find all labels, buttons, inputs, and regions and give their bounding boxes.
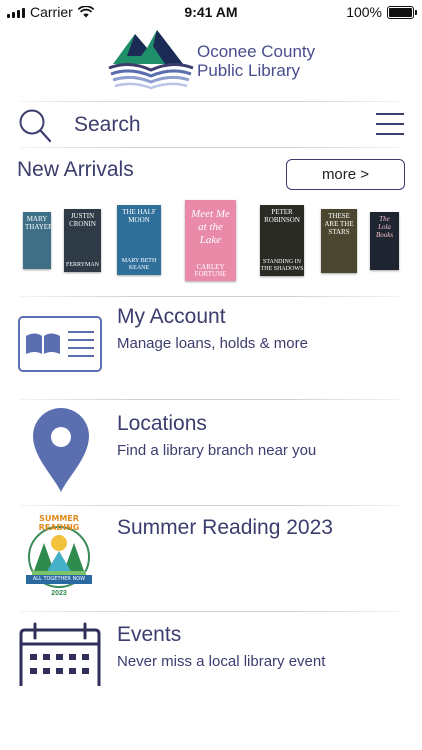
book-cover[interactable]: The Lola Books	[370, 212, 399, 270]
book-title: MARY THAYER	[25, 215, 51, 231]
locations-title: Locations	[117, 412, 207, 435]
events-title: Events	[117, 623, 182, 646]
book-author: STANDING IN THE SHADOWS	[260, 259, 304, 272]
events-subtitle: Never miss a local library event	[117, 653, 326, 670]
book-cover[interactable]: PETER ROBINSON STANDING IN THE SHADOWS	[260, 205, 304, 276]
book-title: PETER ROBINSON	[264, 208, 300, 224]
events-item[interactable]: Events Never miss a local library event	[0, 614, 422, 714]
book-cover[interactable]: Meet Me at the Lake CARLEY FORTUNE	[185, 200, 236, 281]
logo-text: Oconee County Public Library	[197, 42, 315, 80]
my-account-subtitle: Manage loans, holds & more	[117, 335, 308, 352]
more-button[interactable]: more >	[286, 159, 405, 190]
badge-top-text: SUMMER READING	[38, 514, 80, 532]
book-author: MARY BETH KEANE	[121, 258, 157, 271]
divider	[20, 505, 402, 506]
locations-subtitle: Find a library branch near you	[117, 442, 317, 459]
my-account-item[interactable]: My Account Manage loans, holds & more	[0, 296, 422, 396]
book-title: JUSTIN CRONIN	[69, 212, 96, 228]
new-arrivals-title: New Arrivals	[17, 158, 134, 181]
hamburger-menu-icon[interactable]	[376, 112, 404, 136]
map-pin-icon	[33, 408, 89, 492]
calendar-icon	[19, 622, 101, 686]
divider	[20, 399, 402, 400]
divider	[20, 101, 402, 102]
logo-line-2: Public Library	[197, 61, 300, 80]
summer-reading-item[interactable]: SUMMER READING ALL TOGETHER NOW 2023 Sum…	[0, 507, 422, 607]
book-title: Meet Me at the Lake	[191, 208, 230, 246]
library-logo: Oconee County Public Library	[105, 26, 325, 96]
status-right: 100%	[346, 4, 417, 20]
my-account-title: My Account	[117, 305, 226, 328]
locations-item[interactable]: Locations Find a library branch near you	[0, 403, 422, 503]
book-cover[interactable]: THESE ARE THE STARS	[321, 209, 357, 273]
logo-mountain-book-icon	[108, 30, 194, 90]
divider	[20, 611, 402, 612]
book-title: THE HALF MOON	[122, 208, 156, 224]
status-bar: Carrier 9:41 AM 100%	[0, 0, 422, 24]
search-icon[interactable]	[18, 108, 52, 144]
summer-reading-badge-icon: SUMMER READING ALL TOGETHER NOW 2023	[22, 513, 96, 605]
book-title: The Lola Books	[375, 215, 394, 239]
book-cover[interactable]: THE HALF MOON MARY BETH KEANE	[117, 205, 161, 275]
book-cover[interactable]: MARY THAYER	[23, 212, 51, 269]
book-author: CARLEY FORTUNE	[194, 263, 227, 278]
badge-banner-text: ALL TOGETHER NOW	[32, 576, 86, 582]
book-author: FERRYMAN	[65, 262, 99, 268]
search-bar	[0, 104, 422, 146]
book-title: THESE ARE THE STARS	[324, 212, 354, 236]
new-arrivals-carousel[interactable]: MARY THAYER JUSTIN CRONIN FERRYMAN THE H…	[0, 196, 422, 286]
battery-percent: 100%	[346, 4, 382, 20]
book-cover[interactable]: JUSTIN CRONIN FERRYMAN	[64, 209, 101, 272]
summer-reading-title: Summer Reading 2023	[117, 516, 333, 539]
badge-year-text: 2023	[51, 590, 67, 597]
library-card-icon	[18, 316, 102, 372]
divider	[20, 147, 402, 148]
search-input[interactable]	[74, 110, 354, 140]
logo-line-1: Oconee County	[197, 42, 316, 61]
battery-icon	[387, 5, 417, 19]
